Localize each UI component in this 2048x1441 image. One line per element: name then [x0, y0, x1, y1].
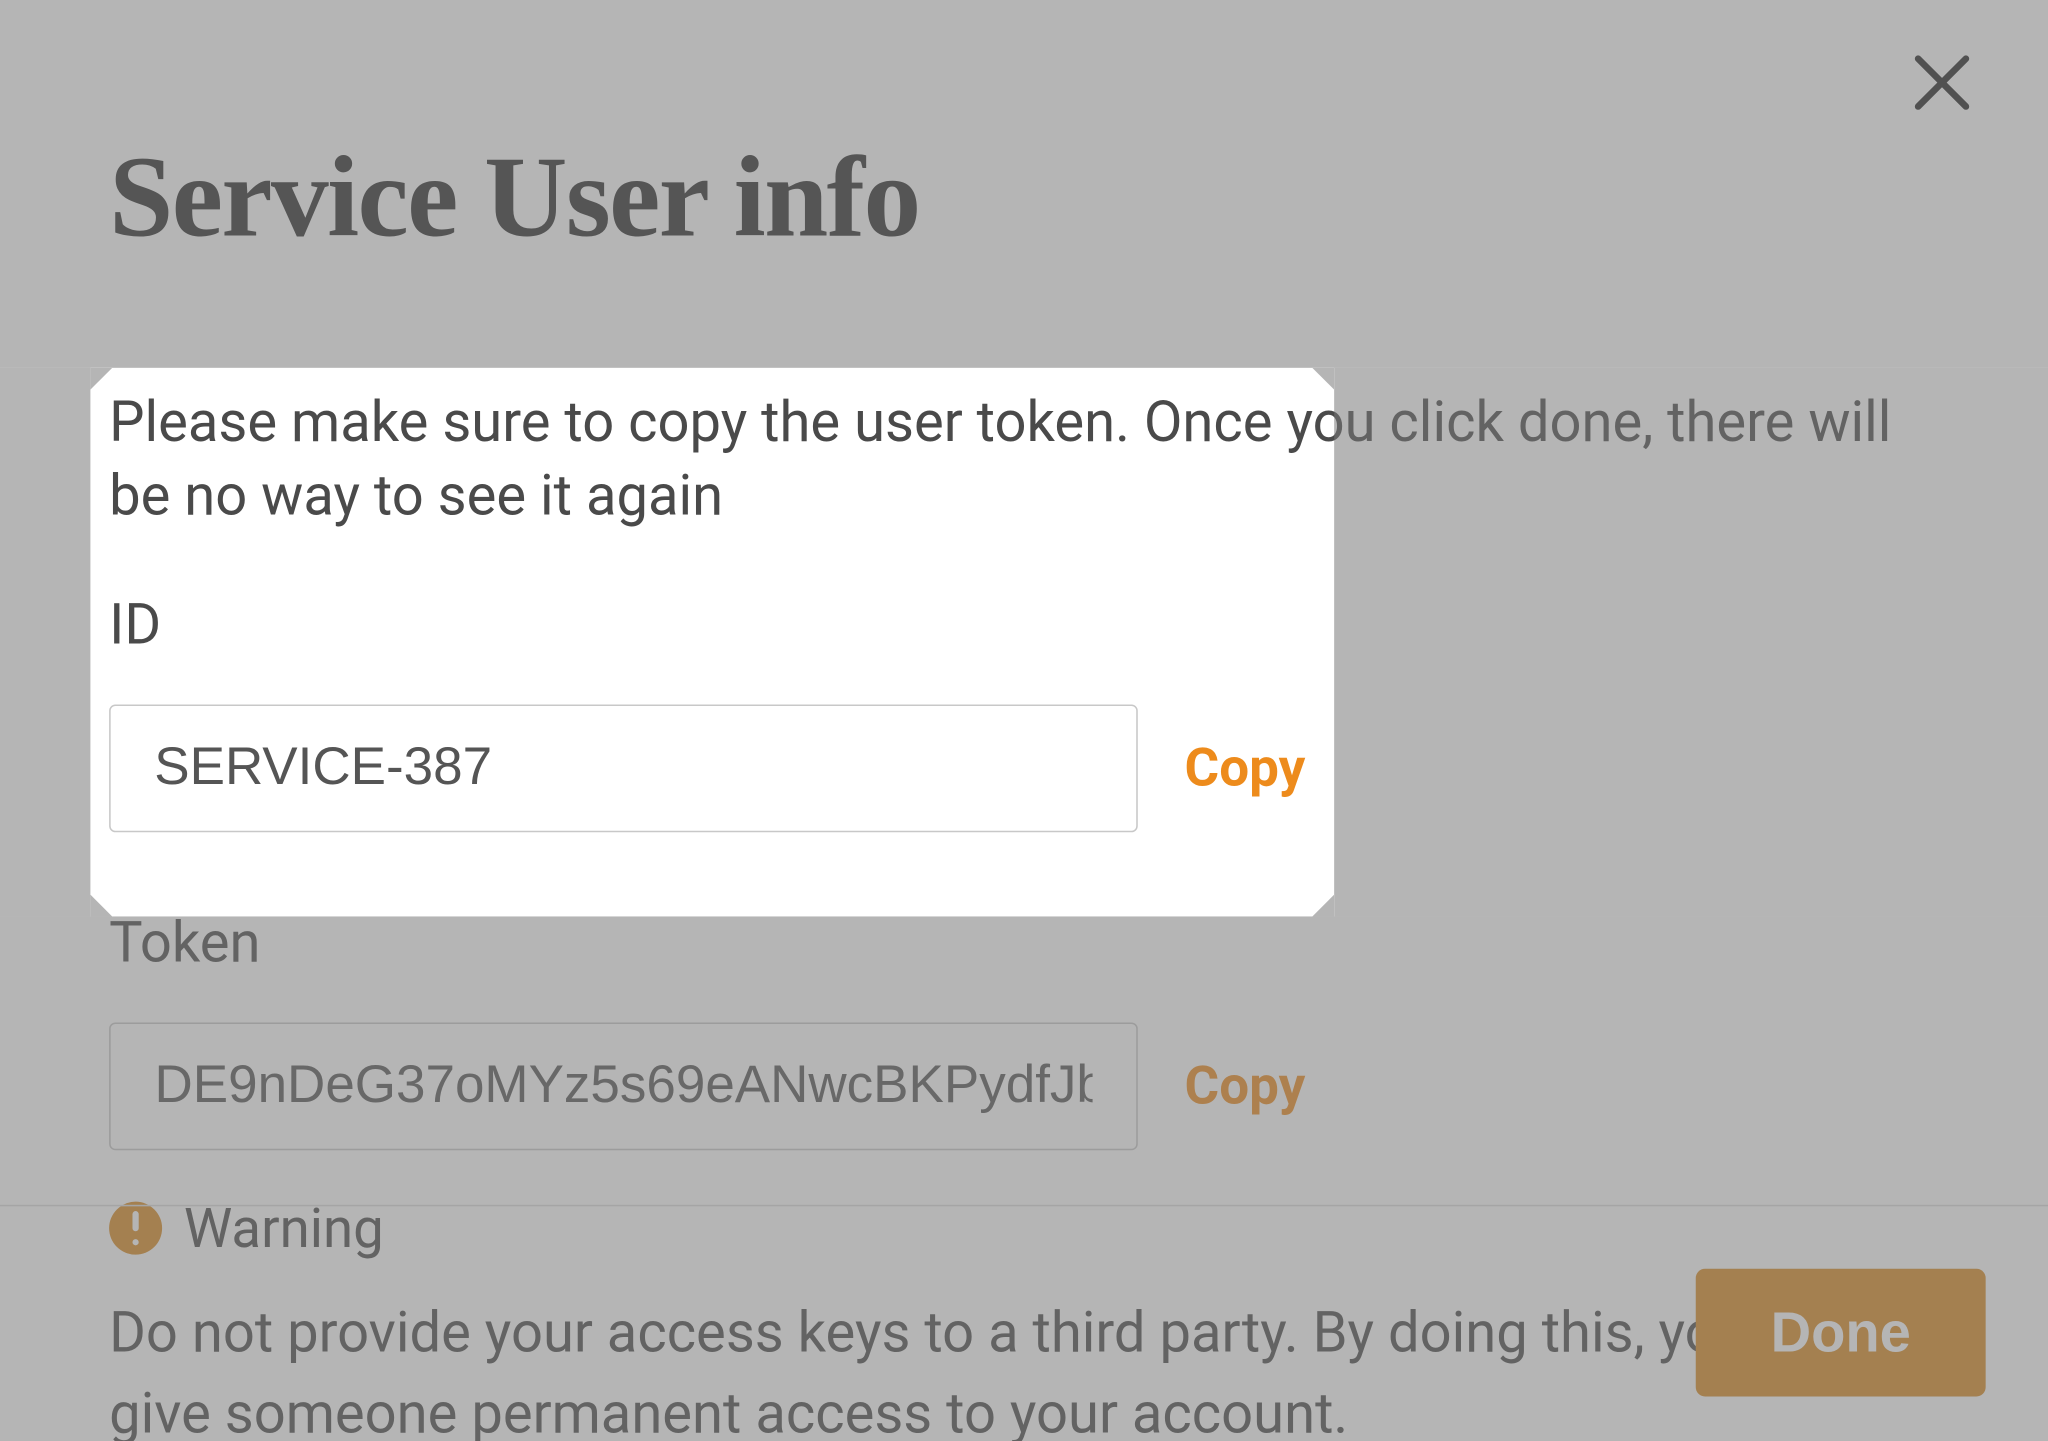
id-label: ID: [109, 592, 1939, 657]
copy-id-button[interactable]: Copy: [1185, 737, 1306, 799]
close-icon: [1906, 47, 1978, 119]
dialog-instruction: Please make sure to copy the user token.…: [109, 387, 1939, 533]
dialog-footer: Done: [0, 1205, 2048, 1397]
token-label: Token: [109, 910, 1939, 975]
service-user-info-dialog: Service User info Please make sure to co…: [0, 0, 2048, 1441]
id-input[interactable]: [109, 704, 1138, 832]
id-field-group: ID Copy: [109, 592, 1939, 832]
done-button[interactable]: Done: [1696, 1269, 1986, 1397]
token-field-group: Token Copy: [109, 910, 1939, 1150]
copy-token-button[interactable]: Copy: [1185, 1055, 1306, 1117]
close-button[interactable]: [1891, 31, 1994, 134]
dialog-title: Service User info: [109, 132, 1939, 264]
token-input[interactable]: [109, 1022, 1138, 1150]
